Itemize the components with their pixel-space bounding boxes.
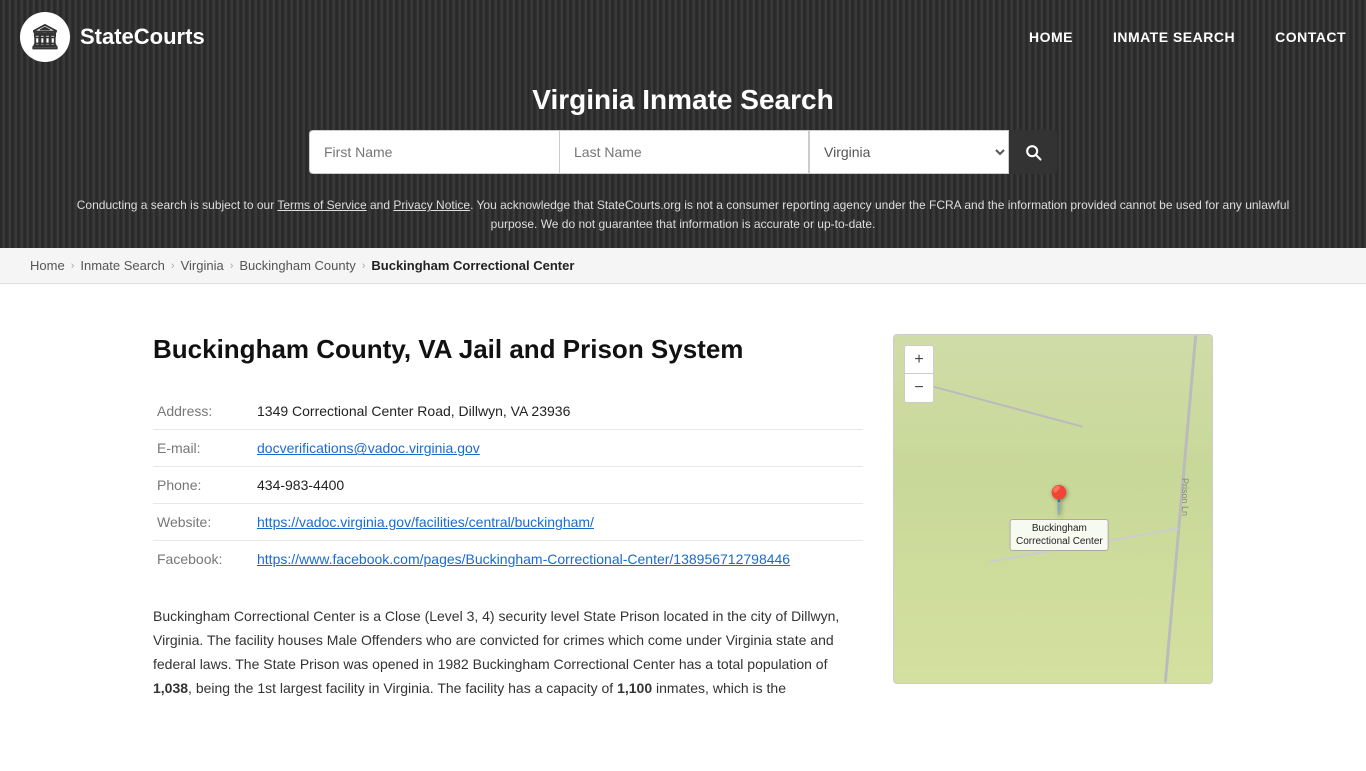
search-bar: Select State Alabama Alaska Virginia bbox=[0, 130, 1366, 188]
map-road-label: Prison Ln bbox=[1180, 478, 1190, 516]
email-label: E-mail: bbox=[153, 430, 253, 467]
nav-inmate-search[interactable]: INMATE SEARCH bbox=[1113, 29, 1235, 45]
search-button[interactable] bbox=[1009, 130, 1057, 174]
map-pin-icon: 📍 bbox=[1042, 484, 1077, 517]
facility-title: Buckingham County, VA Jail and Prison Sy… bbox=[153, 334, 863, 365]
breadcrumb-current: Buckingham Correctional Center bbox=[371, 258, 574, 273]
last-name-input[interactable] bbox=[559, 130, 809, 174]
website-value: https://vadoc.virginia.gov/facilities/ce… bbox=[253, 504, 863, 541]
logo-text: StateCourts bbox=[80, 24, 205, 50]
first-name-input[interactable] bbox=[309, 130, 559, 174]
top-nav: 🏛 StateCourts HOME INMATE SEARCH CONTACT bbox=[0, 0, 1366, 74]
map-container: + − Prison Ln 📍 BuckinghamCorrectional C… bbox=[893, 334, 1213, 684]
breadcrumb-sep-1: › bbox=[71, 260, 75, 272]
main-content: Buckingham County, VA Jail and Prison Sy… bbox=[83, 284, 1283, 770]
breadcrumb-sep-3: › bbox=[230, 260, 234, 272]
map-section: + − Prison Ln 📍 BuckinghamCorrectional C… bbox=[893, 334, 1213, 700]
facebook-value: https://www.facebook.com/pages/Buckingha… bbox=[253, 541, 863, 578]
table-row: Website: https://vadoc.virginia.gov/faci… bbox=[153, 504, 863, 541]
phone-value: 434-983-4400 bbox=[253, 467, 863, 504]
map-zoom-controls: + − bbox=[904, 345, 934, 403]
privacy-link[interactable]: Privacy Notice bbox=[393, 198, 470, 212]
state-select[interactable]: Select State Alabama Alaska Virginia bbox=[809, 130, 1009, 174]
facebook-link[interactable]: https://www.facebook.com/pages/Buckingha… bbox=[257, 551, 790, 567]
info-table: Address: 1349 Correctional Center Road, … bbox=[153, 393, 863, 577]
address-value: 1349 Correctional Center Road, Dillwyn, … bbox=[253, 393, 863, 430]
map-visual: Prison Ln 📍 BuckinghamCorrectional Cente… bbox=[894, 335, 1212, 683]
nav-links: HOME INMATE SEARCH CONTACT bbox=[1029, 29, 1346, 45]
zoom-out-button[interactable]: − bbox=[905, 374, 933, 402]
breadcrumb-home[interactable]: Home bbox=[30, 258, 65, 273]
content-card: Buckingham County, VA Jail and Prison Sy… bbox=[113, 304, 1253, 730]
terms-link[interactable]: Terms of Service bbox=[277, 198, 366, 212]
search-icon bbox=[1023, 142, 1043, 162]
breadcrumb-sep-4: › bbox=[362, 260, 366, 272]
website-link[interactable]: https://vadoc.virginia.gov/facilities/ce… bbox=[257, 514, 594, 530]
facility-description: Buckingham Correctional Center is a Clos… bbox=[153, 605, 863, 700]
header-content: 🏛 StateCourts HOME INMATE SEARCH CONTACT… bbox=[0, 0, 1366, 248]
nav-contact[interactable]: CONTACT bbox=[1275, 29, 1346, 45]
email-link[interactable]: docverifications@vadoc.virginia.gov bbox=[257, 440, 480, 456]
page-title: Virginia Inmate Search bbox=[0, 74, 1366, 130]
address-label: Address: bbox=[153, 393, 253, 430]
breadcrumb-inmate-search[interactable]: Inmate Search bbox=[80, 258, 165, 273]
breadcrumb-virginia[interactable]: Virginia bbox=[181, 258, 224, 273]
table-row: Address: 1349 Correctional Center Road, … bbox=[153, 393, 863, 430]
logo-link[interactable]: 🏛 StateCourts bbox=[20, 12, 205, 62]
email-value: docverifications@vadoc.virginia.gov bbox=[253, 430, 863, 467]
header: 🏛 StateCourts HOME INMATE SEARCH CONTACT… bbox=[0, 0, 1366, 248]
table-row: E-mail: docverifications@vadoc.virginia.… bbox=[153, 430, 863, 467]
zoom-in-button[interactable]: + bbox=[905, 346, 933, 374]
population-bold: 1,038 bbox=[153, 680, 188, 696]
breadcrumb-buckingham-county[interactable]: Buckingham County bbox=[239, 258, 355, 273]
phone-label: Phone: bbox=[153, 467, 253, 504]
facebook-label: Facebook: bbox=[153, 541, 253, 578]
facility-info: Buckingham County, VA Jail and Prison Sy… bbox=[153, 334, 863, 700]
map-pin-label: BuckinghamCorrectional Center bbox=[1010, 519, 1109, 551]
table-row: Facebook: https://www.facebook.com/pages… bbox=[153, 541, 863, 578]
website-label: Website: bbox=[153, 504, 253, 541]
table-row: Phone: 434-983-4400 bbox=[153, 467, 863, 504]
breadcrumb-sep-2: › bbox=[171, 260, 175, 272]
disclaimer: Conducting a search is subject to our Te… bbox=[0, 188, 1366, 248]
logo-icon: 🏛 bbox=[20, 12, 70, 62]
nav-home[interactable]: HOME bbox=[1029, 29, 1073, 45]
map-pin: 📍 BuckinghamCorrectional Center bbox=[1010, 484, 1109, 551]
breadcrumb: Home › Inmate Search › Virginia › Buckin… bbox=[0, 248, 1366, 284]
capacity-bold: 1,100 bbox=[617, 680, 652, 696]
